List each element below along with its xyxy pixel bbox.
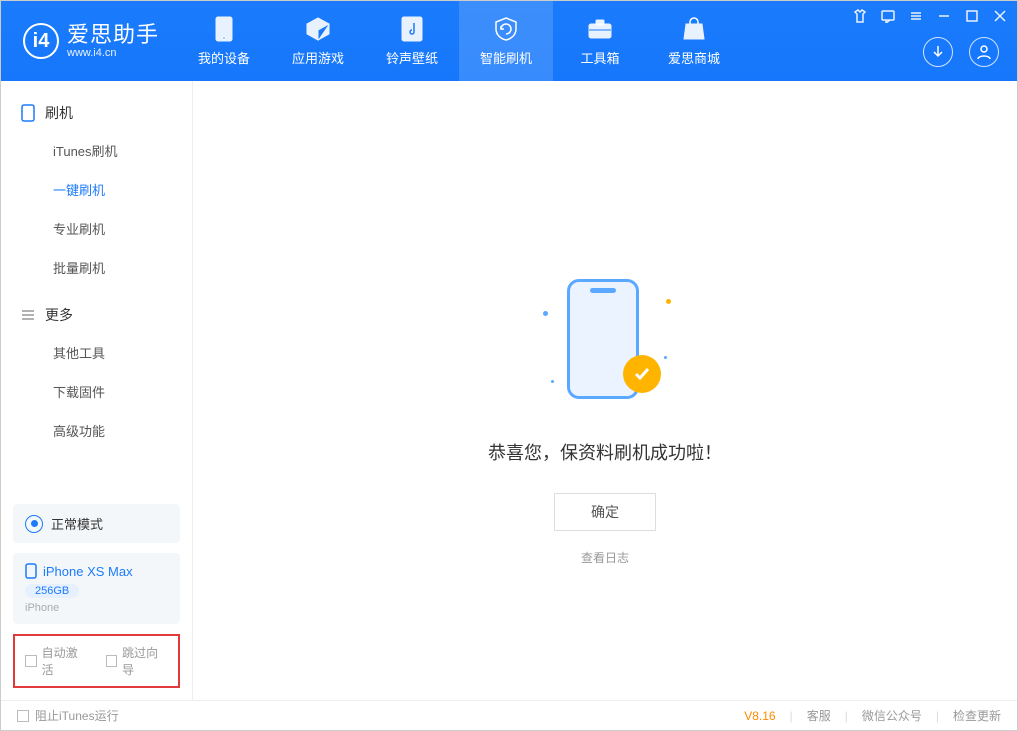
- minimize-button[interactable]: [935, 7, 953, 25]
- device-card[interactable]: iPhone XS Max 256GB iPhone: [13, 553, 180, 624]
- sidebar-item-advanced[interactable]: 高级功能: [1, 411, 192, 450]
- checkbox-box: [17, 710, 29, 722]
- mode-label: 正常模式: [51, 514, 103, 533]
- maximize-button[interactable]: [963, 7, 981, 25]
- tab-my-device[interactable]: 我的设备: [177, 1, 271, 81]
- mode-dot-icon: [25, 515, 43, 533]
- device-name: iPhone XS Max: [43, 564, 133, 579]
- status-bar: 阻止iTunes运行 V8.16 | 客服 | 微信公众号 | 检查更新: [1, 700, 1017, 730]
- tab-label: 工具箱: [581, 48, 620, 67]
- music-file-icon: [399, 16, 425, 42]
- sidebar-item-pro-flash[interactable]: 专业刷机: [1, 209, 192, 248]
- checkbox-box: [106, 655, 118, 667]
- sidebar-item-download-firmware[interactable]: 下载固件: [1, 372, 192, 411]
- device-icon: [211, 16, 237, 42]
- app-title: 爱思助手: [67, 23, 159, 47]
- bag-icon: [681, 16, 707, 42]
- section-title-label: 更多: [45, 305, 73, 325]
- device-storage: 256GB: [25, 584, 79, 598]
- checkbox-skip-wizard[interactable]: 跳过向导: [106, 644, 169, 678]
- sidebar-section-flash: 刷机: [1, 95, 192, 131]
- sidebar-item-batch-flash[interactable]: 批量刷机: [1, 248, 192, 287]
- sidebar-item-itunes-flash[interactable]: iTunes刷机: [1, 131, 192, 170]
- check-badge-icon: [623, 355, 661, 393]
- tab-label: 应用游戏: [292, 48, 344, 67]
- section-title-label: 刷机: [45, 103, 73, 123]
- feedback-icon[interactable]: [879, 7, 897, 25]
- main-content: 恭喜您，保资料刷机成功啦！ 确定 查看日志: [193, 81, 1017, 700]
- account-button[interactable]: [969, 37, 999, 67]
- checkbox-label: 阻止iTunes运行: [35, 707, 119, 724]
- logo: i4 爱思助手 www.i4.cn: [1, 23, 177, 59]
- tab-label: 我的设备: [198, 48, 250, 67]
- checkbox-label: 自动激活: [42, 644, 88, 678]
- app-header: i4 爱思助手 www.i4.cn 我的设备 应用游戏 铃声壁纸 智能刷机 工具…: [1, 1, 1017, 81]
- success-message: 恭喜您，保资料刷机成功啦！: [488, 439, 722, 465]
- mode-card[interactable]: 正常模式: [13, 504, 180, 543]
- app-subtitle: www.i4.cn: [67, 47, 159, 59]
- link-wechat[interactable]: 微信公众号: [862, 707, 922, 724]
- close-button[interactable]: [991, 7, 1009, 25]
- tab-apps-games[interactable]: 应用游戏: [271, 1, 365, 81]
- tab-label: 铃声壁纸: [386, 48, 438, 67]
- shirt-icon[interactable]: [851, 7, 869, 25]
- device-type: iPhone: [25, 602, 168, 614]
- toolbox-icon: [587, 16, 613, 42]
- list-icon: [21, 308, 35, 322]
- link-support[interactable]: 客服: [807, 707, 831, 724]
- checkbox-block-itunes[interactable]: 阻止iTunes运行: [17, 707, 119, 724]
- download-button[interactable]: [923, 37, 953, 67]
- logo-icon: i4: [23, 23, 59, 59]
- phone-icon: [21, 104, 35, 122]
- sidebar-section-more: 更多: [1, 297, 192, 333]
- tab-toolbox[interactable]: 工具箱: [553, 1, 647, 81]
- link-check-update[interactable]: 检查更新: [953, 707, 1001, 724]
- tab-smart-flash[interactable]: 智能刷机: [459, 1, 553, 81]
- view-log-link[interactable]: 查看日志: [581, 549, 629, 566]
- cube-icon: [305, 16, 331, 42]
- checkbox-label: 跳过向导: [122, 644, 168, 678]
- nav-tabs: 我的设备 应用游戏 铃声壁纸 智能刷机 工具箱 爱思商城: [177, 1, 741, 81]
- sidebar: 刷机 iTunes刷机 一键刷机 专业刷机 批量刷机 更多 其他工具 下载固件 …: [1, 81, 193, 700]
- success-illustration: [535, 271, 675, 411]
- checkbox-box: [25, 655, 37, 667]
- phone-small-icon: [25, 563, 37, 579]
- checkbox-auto-activate[interactable]: 自动激活: [25, 644, 88, 678]
- tab-ringtone-wallpaper[interactable]: 铃声壁纸: [365, 1, 459, 81]
- tab-label: 爱思商城: [668, 48, 720, 67]
- tab-store[interactable]: 爱思商城: [647, 1, 741, 81]
- shield-refresh-icon: [493, 16, 519, 42]
- sidebar-item-oneclick-flash[interactable]: 一键刷机: [1, 170, 192, 209]
- tab-label: 智能刷机: [480, 48, 532, 67]
- menu-icon[interactable]: [907, 7, 925, 25]
- highlighted-checkbox-row: 自动激活 跳过向导: [13, 634, 180, 688]
- logo-letter: i4: [33, 30, 50, 53]
- ok-button[interactable]: 确定: [554, 493, 656, 531]
- version-label: V8.16: [744, 709, 775, 723]
- sidebar-item-other-tools[interactable]: 其他工具: [1, 333, 192, 372]
